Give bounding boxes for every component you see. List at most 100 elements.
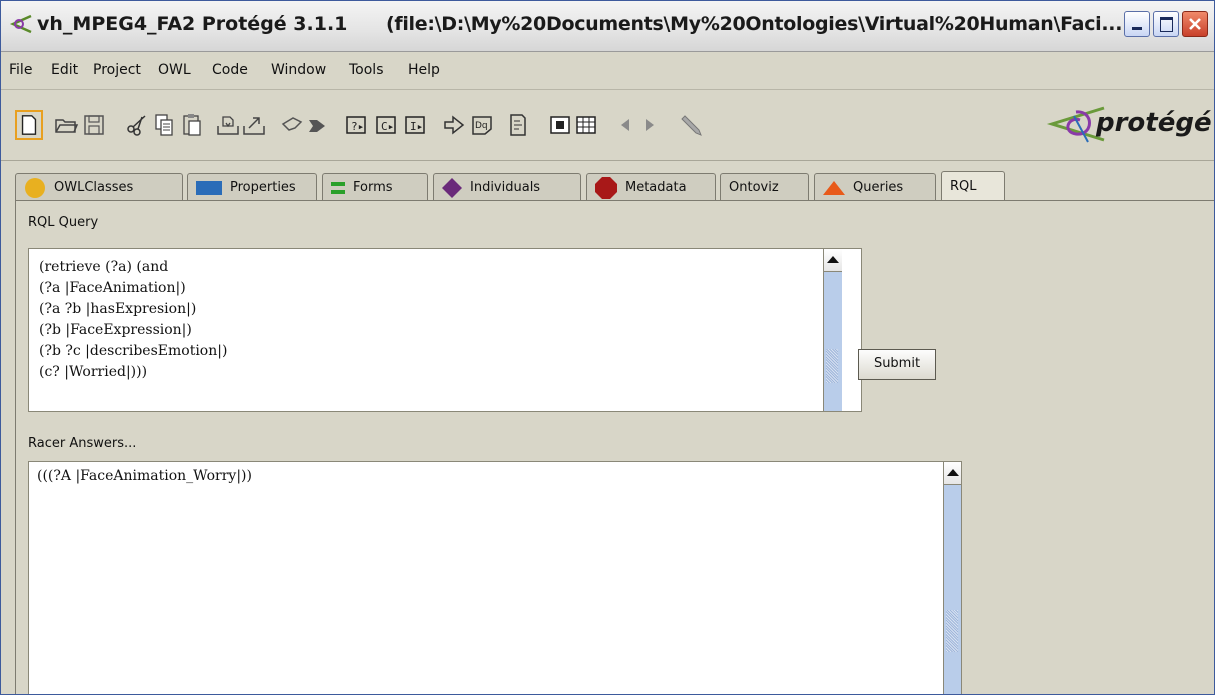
classify-icon [550, 116, 570, 134]
tab-owlclasses[interactable]: OWLClasses [15, 173, 183, 200]
svg-text:?▸: ?▸ [351, 120, 364, 133]
cut-button[interactable] [124, 112, 150, 138]
pencil-icon [681, 115, 702, 136]
run-button[interactable] [441, 112, 467, 138]
query-button-3[interactable]: I▸ [402, 112, 428, 138]
tab-metadata-label: Metadata [625, 180, 687, 195]
tab-queries-label: Queries [853, 180, 904, 195]
forward-button[interactable] [637, 112, 663, 138]
tab-rql[interactable]: RQL [941, 171, 1005, 201]
tab-forms[interactable]: Forms [322, 173, 428, 200]
answers-scroll-up-button[interactable] [944, 462, 961, 485]
query-line: (?a |FaceAnimation|) [39, 280, 186, 296]
query-line: (retrieve (?a) (and [39, 259, 169, 275]
undo-button[interactable] [279, 112, 305, 138]
query-icon-1: ?▸ [346, 116, 366, 134]
document-button[interactable] [505, 112, 531, 138]
table-button[interactable] [573, 112, 599, 138]
dq-icon: Dq [472, 116, 492, 135]
svg-text:Dq: Dq [475, 121, 488, 131]
window-file-path: (file:\D:\My%20Documents\My%20Ontologies… [386, 13, 1123, 35]
export-icon [243, 117, 265, 135]
svg-text:I▸: I▸ [410, 120, 423, 133]
owlclasses-tab-icon [25, 177, 45, 198]
answers-scroll-thumb[interactable] [946, 610, 958, 652]
rql-query-label: RQL Query [28, 215, 99, 230]
query-scroll-thumb[interactable] [826, 349, 838, 383]
tab-forms-label: Forms [353, 180, 393, 195]
menu-file[interactable]: File [9, 62, 32, 78]
import-button[interactable] [215, 112, 241, 138]
paste-icon [183, 114, 201, 136]
export-button[interactable] [241, 112, 267, 138]
save-button[interactable] [81, 112, 107, 138]
menu-window[interactable]: Window [271, 62, 326, 78]
tab-ontoviz[interactable]: Ontoviz [720, 173, 809, 200]
query-scroll-up-button[interactable] [824, 249, 842, 272]
racer-answers-textarea[interactable]: (((?A |FaceAnimation_Worry|)) [28, 461, 962, 694]
menu-bar: File Edit Project OWL Code Window Tools … [1, 52, 1214, 90]
tab-properties[interactable]: Properties [187, 173, 317, 200]
back-button[interactable] [613, 112, 639, 138]
minimize-button[interactable] [1124, 11, 1150, 37]
answers-scrollbar[interactable] [943, 462, 961, 694]
back-icon [621, 119, 629, 131]
tab-ontoviz-label: Ontoviz [729, 180, 779, 195]
query-button-2[interactable]: C▸ [373, 112, 399, 138]
rql-query-textarea[interactable]: (retrieve (?a) (and (?a |FaceAnimation|)… [28, 248, 862, 412]
query-scrollbar[interactable] [823, 249, 842, 411]
query-line: (?b |FaceExpression|) [39, 322, 192, 338]
menu-tools[interactable]: Tools [349, 62, 384, 78]
query-line: (?b ?c |describesEmotion|) [39, 343, 228, 359]
protege-logo-text: protégé [1096, 108, 1212, 138]
undo-icon [281, 117, 303, 131]
open-folder-icon [55, 119, 79, 133]
tab-queries[interactable]: Queries [814, 173, 936, 200]
forward-icon [646, 119, 654, 131]
copy-icon [155, 114, 173, 136]
tab-properties-label: Properties [230, 180, 296, 195]
close-button[interactable] [1182, 11, 1208, 37]
racer-answers-label: Racer Answers... [28, 436, 137, 451]
protege-app-icon [9, 14, 32, 34]
maximize-button[interactable] [1153, 11, 1179, 37]
redo-icon [309, 120, 325, 132]
maximize-icon [1160, 17, 1173, 32]
menu-owl[interactable]: OWL [158, 62, 191, 78]
title-bar[interactable]: vh_MPEG4_FA2 Protégé 3.1.1 (file:\D:\My%… [1, 1, 1214, 52]
protege-window: vh_MPEG4_FA2 Protégé 3.1.1 (file:\D:\My%… [0, 0, 1215, 695]
menu-edit[interactable]: Edit [51, 62, 78, 78]
new-file-button[interactable] [15, 110, 43, 140]
paste-button[interactable] [179, 112, 205, 138]
query-line: (c? |Worried|))) [39, 364, 148, 380]
copy-button[interactable] [151, 112, 177, 138]
query-line: (?a ?b |hasExpresion|) [39, 301, 197, 317]
save-icon [84, 115, 104, 135]
pencil-button[interactable] [679, 112, 705, 138]
classify-button[interactable] [547, 112, 573, 138]
tab-metadata[interactable]: Metadata [586, 173, 716, 200]
toolbar: ?▸ C▸ I▸ Dq protégé [1, 90, 1214, 161]
menu-help[interactable]: Help [408, 62, 440, 78]
document-icon [510, 114, 526, 136]
forms-tab-icon [331, 181, 345, 194]
query-button-1[interactable]: ?▸ [343, 112, 369, 138]
protege-logo: protégé [1046, 102, 1212, 146]
submit-button[interactable]: Submit [858, 349, 936, 380]
svg-text:C▸: C▸ [381, 120, 394, 133]
tab-individuals-label: Individuals [470, 180, 541, 195]
answer-line: (((?A |FaceAnimation_Worry|)) [37, 468, 252, 484]
individuals-tab-icon [442, 177, 462, 198]
dq-button[interactable]: Dq [469, 112, 495, 138]
open-button[interactable] [53, 112, 79, 138]
import-icon [217, 116, 239, 135]
table-icon [576, 116, 596, 134]
queries-tab-icon [823, 180, 845, 195]
redo-button[interactable] [305, 112, 331, 138]
minimize-icon [1132, 27, 1142, 30]
menu-code[interactable]: Code [212, 62, 248, 78]
menu-project[interactable]: Project [93, 62, 141, 78]
metadata-tab-icon [595, 176, 617, 199]
tab-rql-label: RQL [950, 179, 977, 194]
tab-individuals[interactable]: Individuals [433, 173, 581, 200]
